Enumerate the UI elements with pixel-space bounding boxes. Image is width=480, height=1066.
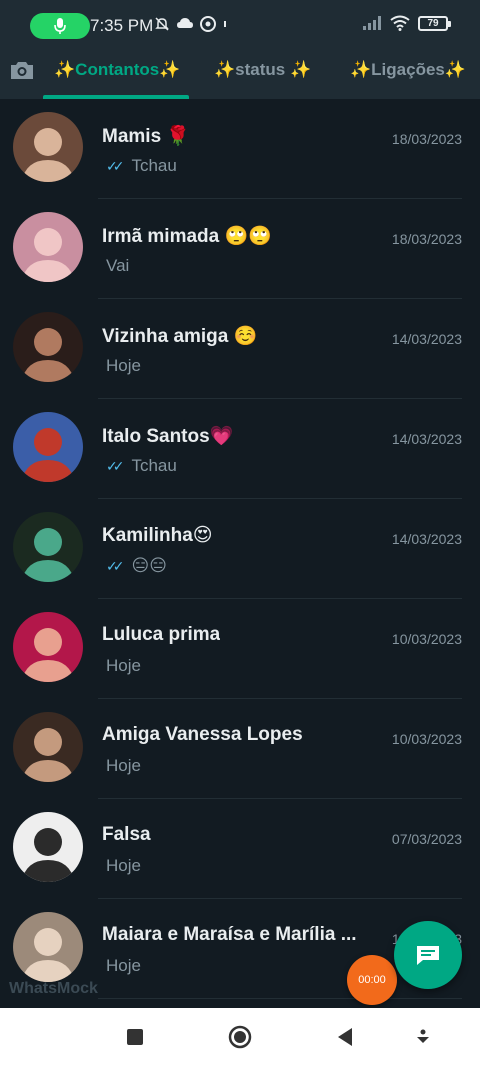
avatar-woman-icon — [13, 812, 83, 882]
tab-ligacoes[interactable]: ✨Ligações✨ — [350, 60, 466, 80]
chat-message-text: Vai — [106, 256, 130, 275]
avatar-woman-icon — [13, 112, 83, 182]
avatar[interactable] — [13, 612, 83, 682]
dot-icon — [224, 21, 226, 27]
message-icon — [417, 946, 439, 965]
nav-extra-button[interactable] — [408, 1022, 438, 1052]
notification-icons — [154, 16, 228, 32]
chat-last-message: ✓✓ 😑😑 — [106, 556, 167, 576]
chat-row[interactable]: Falsa 07/03/2023 Hoje — [0, 799, 480, 899]
avatar-woman-icon — [13, 512, 83, 582]
tab-status[interactable]: ✨status ✨ — [214, 60, 311, 80]
new-chat-button[interactable] — [394, 921, 462, 989]
avatar-woman-icon — [13, 612, 83, 682]
chat-date: 18/03/2023 — [391, 231, 462, 247]
watermark: WhatsMock — [9, 980, 98, 997]
avatar[interactable] — [13, 412, 83, 482]
signal-icon — [363, 16, 381, 30]
chat-message-text: Hoje — [106, 656, 141, 675]
chat-row[interactable]: Amiga Vanessa Lopes 10/03/2023 Hoje — [0, 699, 480, 799]
camera-button[interactable] — [8, 56, 36, 84]
double-check-icon: ✓✓ — [106, 157, 125, 174]
status-time: 7:35 PM — [90, 16, 154, 35]
chat-message-text: Hoje — [106, 856, 141, 875]
chat-row[interactable]: Irmã mimada 🙄🙄 18/03/2023 Vai — [0, 199, 480, 299]
nav-recents-button[interactable] — [120, 1022, 150, 1052]
chat-name: Kamilinha😍 — [102, 525, 213, 546]
chat-name: Italo Santos💗 — [102, 426, 234, 447]
avatar[interactable] — [13, 912, 83, 982]
chat-name: Mamis 🌹 — [102, 126, 191, 147]
recording-timer[interactable]: 00:00 — [347, 955, 397, 1005]
avatar[interactable] — [13, 812, 83, 882]
triangle-back-icon — [338, 1028, 352, 1046]
circle-icon — [228, 1025, 252, 1049]
status-bar: 7:35 PM 79 — [0, 0, 480, 52]
avatar-woman-icon — [13, 312, 83, 382]
avatar[interactable] — [13, 112, 83, 182]
chat-last-message: Hoje — [106, 356, 141, 376]
chat-last-message: Hoje — [106, 856, 141, 876]
chat-row[interactable]: Vizinha amiga ☺️ 14/03/2023 Hoje — [0, 299, 480, 399]
bell-off-icon — [155, 17, 169, 31]
navigation-bar — [0, 1008, 480, 1066]
avatar-woman-icon — [13, 212, 83, 282]
system-icons: 79 — [362, 15, 451, 31]
chat-name: Luluca prima — [102, 624, 221, 645]
timer-text: 00:00 — [358, 974, 386, 986]
chat-date: 10/03/2023 — [391, 631, 462, 647]
chat-row[interactable]: Mamis 🌹 18/03/2023 ✓✓ Tchau — [0, 99, 480, 199]
chat-last-message: Hoje — [106, 756, 141, 776]
chat-row[interactable]: Luluca prima 10/03/2023 Hoje — [0, 599, 480, 699]
chat-row[interactable]: Italo Santos💗 14/03/2023 ✓✓ Tchau — [0, 399, 480, 499]
chat-message-text: 😑😑 — [131, 556, 167, 575]
chat-message-text: Hoje — [106, 356, 141, 375]
battery-icon: 79 — [418, 15, 451, 31]
chat-date: 07/03/2023 — [391, 831, 462, 847]
avatar-woman-icon — [13, 912, 83, 982]
double-check-icon: ✓✓ — [106, 457, 125, 474]
chat-name: Irmã mimada 🙄🙄 — [102, 226, 272, 247]
tab-bar: ✨Contantos✨ ✨status ✨ ✨Ligações✨ — [0, 52, 480, 99]
camera-icon — [11, 62, 33, 79]
avatar-woman-icon — [13, 712, 83, 782]
nav-back-button[interactable] — [330, 1022, 360, 1052]
down-arrow-icon — [417, 1029, 429, 1043]
avatar[interactable] — [13, 512, 83, 582]
avatar-group-icon — [13, 412, 83, 482]
nav-home-button[interactable] — [225, 1022, 255, 1052]
chat-name: Amiga Vanessa Lopes — [102, 724, 303, 745]
chat-message-text: Tchau — [131, 456, 177, 475]
chat-name: Maiara e Maraísa e Marília ... — [102, 924, 357, 945]
chat-date: 14/03/2023 — [391, 431, 462, 447]
avatar[interactable] — [13, 212, 83, 282]
chat-date: 14/03/2023 — [391, 531, 462, 547]
wifi-icon — [390, 15, 410, 31]
chat-row[interactable]: Kamilinha😍 14/03/2023 ✓✓ 😑😑 — [0, 499, 480, 599]
microphone-icon — [54, 18, 66, 34]
chat-name: Vizinha amiga ☺️ — [102, 326, 258, 347]
chat-date: 10/03/2023 — [391, 731, 462, 747]
chat-name: Falsa — [102, 824, 151, 845]
chat-message-text: Tchau — [131, 156, 177, 175]
chat-date: 18/03/2023 — [391, 131, 462, 147]
avatar[interactable] — [13, 712, 83, 782]
double-check-icon: ✓✓ — [106, 557, 125, 574]
chat-last-message: Vai — [106, 256, 129, 276]
chrome-icon — [200, 16, 216, 32]
divider — [98, 998, 462, 999]
tab-contatos[interactable]: ✨Contantos✨ — [54, 60, 180, 80]
chat-last-message: Hoje — [106, 656, 141, 676]
square-icon — [127, 1029, 143, 1045]
chat-date: 14/03/2023 — [391, 331, 462, 347]
mic-active-pill[interactable] — [30, 13, 90, 39]
chat-last-message: ✓✓ Tchau — [106, 156, 177, 176]
cloud-icon — [177, 18, 193, 28]
chat-message-text: Hoje — [106, 956, 141, 975]
chat-last-message: Hoje — [106, 956, 141, 976]
battery-level: 79 — [427, 17, 439, 29]
chat-message-text: Hoje — [106, 756, 141, 775]
chat-last-message: ✓✓ Tchau — [106, 456, 177, 476]
avatar[interactable] — [13, 312, 83, 382]
